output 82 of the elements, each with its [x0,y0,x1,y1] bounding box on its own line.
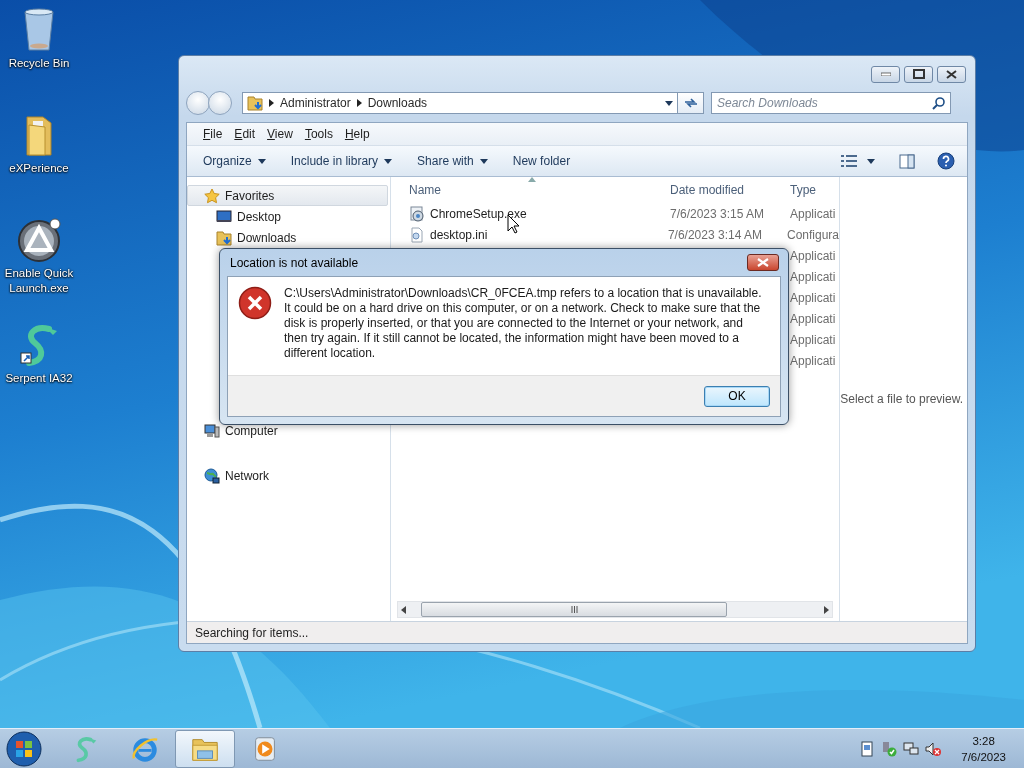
close-button[interactable] [937,65,966,83]
file-name[interactable]: ChromeSetup.exe [430,206,527,221]
computer-icon [204,422,220,439]
column-header[interactable]: Date modified [670,183,790,197]
clock-date[interactable]: 7/6/2023 [961,748,1006,765]
help-icon[interactable] [937,152,955,170]
check-shield-icon[interactable] [881,740,898,757]
date-cell-text: 7/6/2023 3:15 AM [670,206,766,221]
document-icon[interactable] [859,740,876,757]
network-icon [204,467,220,484]
type-cell-text: Applicati [790,311,837,326]
network-icon[interactable] [903,740,920,757]
close-button[interactable] [747,254,779,271]
clock-time[interactable]: 3:28 [972,732,995,749]
setup-icon [409,205,425,222]
settings-file-icon [409,226,425,243]
desktop-icon-label[interactable]: eXPerience [0,161,78,176]
taskbar-button[interactable] [175,729,235,768]
chevron-icon [356,99,362,107]
scroll-left-icon[interactable] [401,605,406,614]
refresh-icon [682,96,699,110]
ok-button[interactable]: OK [704,385,770,407]
restore-icon [912,69,925,79]
type-cell-text: Applicati [790,290,837,305]
error-icon [238,286,272,320]
column-header[interactable]: Name [391,183,670,197]
download-folder-icon [216,229,232,246]
close-icon [946,69,957,79]
dialog-title: Location is not available [230,255,359,270]
breadcrumb[interactable]: Downloads [367,96,428,110]
nav-item[interactable]: Desktop [187,206,390,227]
desktop-icon [216,208,232,225]
desktop-icon-label[interactable]: Recycle Bin [0,56,78,71]
menu-item[interactable]: Edit [228,127,262,141]
scroll-right-icon[interactable] [824,605,829,614]
type-cell-text: Applicati [790,269,837,284]
scrollbar[interactable] [397,601,833,618]
search-icon[interactable] [932,97,945,110]
type-cell-text: Applicati [790,206,837,221]
type-cell-text: Applicati [790,353,837,368]
menu-item[interactable]: File [197,127,229,141]
back-button[interactable] [186,91,210,115]
breadcrumb[interactable]: Administrator [280,96,351,110]
sort-arrow-icon [528,177,536,182]
toolbar-button[interactable]: Include in library [282,154,401,168]
nav-item[interactable]: Network [187,465,390,486]
maximize-button[interactable] [904,65,933,83]
star-icon [204,187,220,204]
start-button[interactable] [5,729,43,768]
toolbar-button[interactable]: Organize [195,154,274,168]
nav-item[interactable]: Favorites [187,185,388,206]
grip-icon [570,606,578,613]
forward-button[interactable] [208,91,232,115]
type-cell-text: Applicati [790,248,837,263]
date-cell-text: 7/6/2023 3:14 AM [667,227,763,242]
status-text: Searching for items... [195,625,309,640]
menu-item[interactable]: Help [338,127,376,141]
toolbar-button[interactable]: Share with [409,154,496,168]
column-header[interactable]: Type [790,183,839,197]
file-name[interactable]: desktop.ini [430,227,488,242]
desktop-icon-label[interactable]: Enable Quick Launch.exe [0,266,78,296]
chevron-icon [269,99,274,107]
nav-item[interactable]: Downloads [187,227,390,248]
error-message: C:\Users\Administrator\Downloads\CR_0FCEA.tmp refers to a location that is unavailable. It could be on a hard drive on this computer, or on a network. Check to make sure that the disk is properly inserted, or that you are connected to the Internet or your network, and then try again. If it still cannot be located, the information might have been moved to a different location. [284,286,763,362]
type-cell: Configura [786,227,839,242]
muted-speaker-icon[interactable] [925,740,942,757]
refresh-button[interactable] [678,92,704,114]
menu-item[interactable]: Tools [298,127,339,141]
close-icon [757,258,769,267]
search-field[interactable]: Search Downloads [711,92,951,114]
address-bar[interactable]: Administrator Downloads [242,92,678,114]
preview-pane-icon[interactable] [899,153,915,169]
preview-hint: Select a file to preview. [840,392,963,406]
toolbar-button[interactable]: New folder [504,154,579,168]
menu-item[interactable]: View [261,127,299,141]
dropdown-icon [867,158,875,164]
minimize-icon [880,72,891,76]
dropdown-icon [665,100,673,106]
download-folder-icon [247,95,263,111]
type-cell-text: Applicati [790,332,837,347]
desktop-icon-label[interactable]: Serpent IA32 [0,371,78,386]
view-list-icon[interactable] [841,155,857,167]
